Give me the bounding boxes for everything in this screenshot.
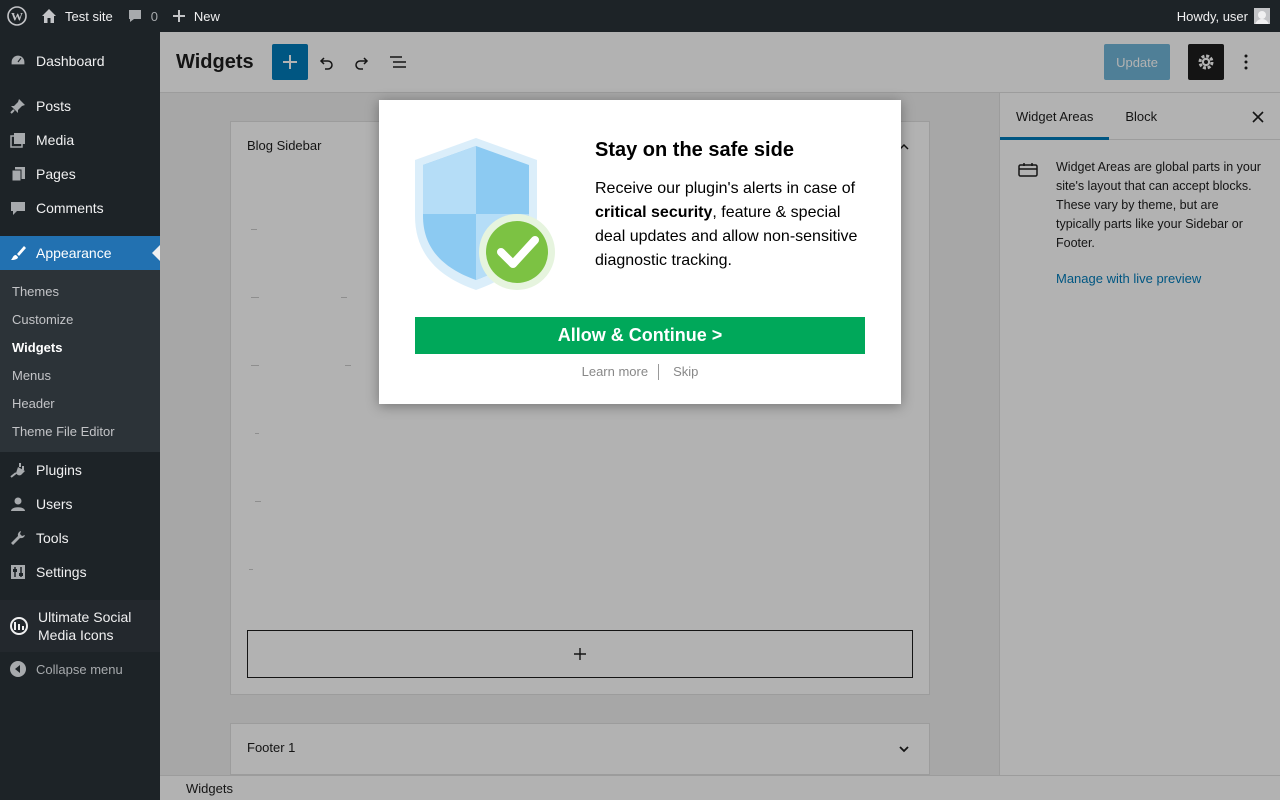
menu-ultimate-social[interactable]: Ultimate Social Media Icons bbox=[0, 600, 160, 652]
wordpress-logo-icon[interactable]: W bbox=[0, 0, 34, 32]
comment-icon bbox=[127, 8, 143, 24]
comments-count: 0 bbox=[150, 8, 158, 24]
modal-title: Stay on the safe side bbox=[595, 139, 794, 161]
submenu-theme-file-editor[interactable]: Theme File Editor bbox=[0, 417, 160, 445]
appearance-submenu: Themes Customize Widgets Menus Header Th… bbox=[0, 270, 160, 452]
comment-icon bbox=[8, 198, 28, 218]
menu-label: Posts bbox=[36, 98, 72, 114]
submenu-menus[interactable]: Menus bbox=[0, 361, 160, 389]
menu-appearance[interactable]: Appearance bbox=[0, 236, 160, 270]
new-content-link[interactable]: New bbox=[165, 0, 227, 32]
admin-bar: W Test site 0 New Howdy, user bbox=[0, 0, 1280, 32]
submenu-customize[interactable]: Customize bbox=[0, 305, 160, 333]
settings-icon bbox=[8, 562, 28, 582]
menu-label: Media bbox=[36, 132, 75, 148]
submenu-themes[interactable]: Themes bbox=[0, 277, 160, 305]
shield-check-icon bbox=[415, 138, 555, 290]
social-icon bbox=[8, 615, 30, 637]
menu-comments[interactable]: Comments bbox=[0, 191, 160, 225]
link-separator bbox=[658, 364, 660, 380]
menu-tools[interactable]: Tools bbox=[0, 521, 160, 555]
menu-label: Ultimate Social Media Icons bbox=[38, 609, 132, 643]
user-icon bbox=[8, 494, 28, 514]
media-icon bbox=[8, 130, 28, 150]
menu-label: Comments bbox=[36, 200, 104, 216]
greeting-label: Howdy, user bbox=[1176, 8, 1248, 24]
submenu-widgets[interactable]: Widgets bbox=[0, 333, 160, 361]
modal-message: Receive our plugin's alerts in case of c… bbox=[595, 177, 867, 273]
brush-icon bbox=[8, 243, 28, 263]
menu-settings[interactable]: Settings bbox=[0, 555, 160, 589]
pin-icon bbox=[8, 96, 28, 116]
site-name-label: Test site bbox=[65, 8, 113, 24]
avatar bbox=[1254, 8, 1270, 24]
menu-users[interactable]: Users bbox=[0, 487, 160, 521]
wrench-icon bbox=[8, 528, 28, 548]
pages-icon bbox=[8, 164, 28, 184]
menu-plugins[interactable]: Plugins bbox=[0, 453, 160, 487]
allow-continue-button[interactable]: Allow & Continue > bbox=[415, 317, 865, 354]
menu-label: Users bbox=[36, 496, 73, 512]
home-icon bbox=[41, 8, 57, 24]
menu-dashboard[interactable]: Dashboard bbox=[0, 44, 160, 78]
plus-icon bbox=[172, 9, 186, 23]
my-account[interactable]: Howdy, user bbox=[1170, 0, 1280, 32]
admin-sidebar: Dashboard Posts Media Pages Comments App… bbox=[0, 32, 160, 800]
menu-label: Appearance bbox=[36, 245, 112, 261]
modal-secondary-links: Learn more Skip bbox=[379, 364, 901, 380]
comments-link[interactable]: 0 bbox=[120, 0, 165, 32]
modal-text-start: Receive our plugin's alerts in case of bbox=[595, 180, 856, 197]
modal-text-bold: critical security bbox=[595, 204, 713, 221]
collapse-menu[interactable]: Collapse menu bbox=[0, 652, 160, 686]
plug-icon bbox=[8, 460, 28, 480]
menu-pages[interactable]: Pages bbox=[0, 157, 160, 191]
menu-label: Settings bbox=[36, 564, 87, 580]
menu-label: Pages bbox=[36, 166, 76, 182]
menu-label: Plugins bbox=[36, 462, 82, 478]
submenu-header[interactable]: Header bbox=[0, 389, 160, 417]
skip-link[interactable]: Skip bbox=[673, 364, 698, 380]
new-label: New bbox=[193, 8, 220, 24]
menu-posts[interactable]: Posts bbox=[0, 89, 160, 123]
learn-more-link[interactable]: Learn more bbox=[582, 364, 648, 380]
collapse-icon bbox=[8, 659, 28, 679]
collapse-label: Collapse menu bbox=[36, 661, 123, 677]
menu-label: Tools bbox=[36, 530, 69, 546]
optin-modal: Stay on the safe side Receive our plugin… bbox=[379, 100, 901, 404]
dashboard-icon bbox=[8, 51, 28, 71]
menu-media[interactable]: Media bbox=[0, 123, 160, 157]
svg-text:W: W bbox=[11, 10, 23, 24]
site-name-link[interactable]: Test site bbox=[34, 0, 120, 32]
menu-label: Dashboard bbox=[36, 53, 105, 69]
